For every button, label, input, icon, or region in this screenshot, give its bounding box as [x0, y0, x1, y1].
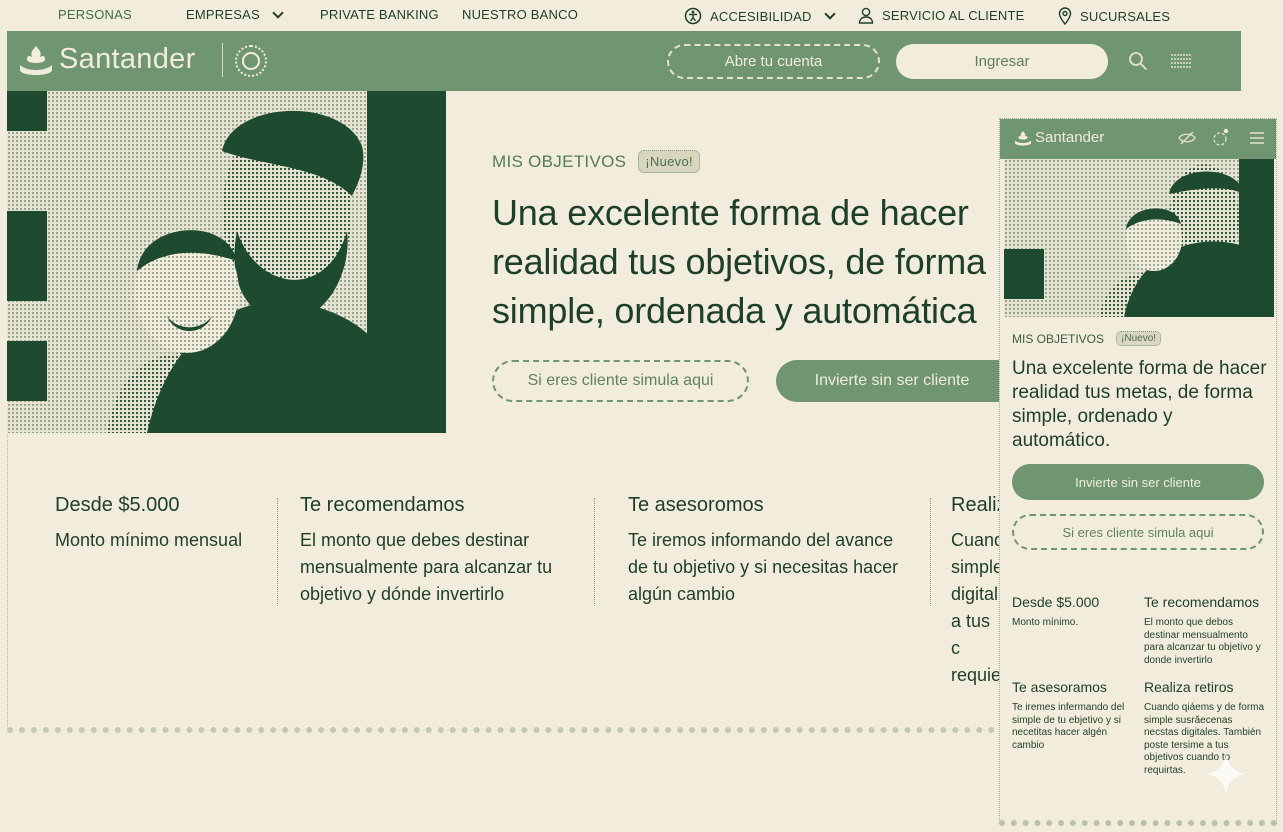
menu-icon[interactable]: [1170, 53, 1192, 69]
open-account-button[interactable]: Abre tu cuenta: [667, 44, 880, 79]
mobile-logo[interactable]: Santander: [1014, 129, 1104, 146]
nav-servicio-label: SERVICIO AL CLIENTE: [882, 8, 1025, 23]
flame-logo-icon: [20, 45, 52, 75]
feature-text: Monto mínimo mensual: [55, 530, 243, 550]
hero-image: [7, 91, 446, 433]
mobile-feature-item: Te recomendamos El monto que debos desti…: [1144, 594, 1268, 667]
mobile-new-badge: ¡Nuevo!: [1116, 331, 1162, 346]
brand-name: Santander: [59, 43, 196, 75]
feature-title: Te recomendamos: [300, 494, 465, 516]
login-button[interactable]: Ingresar: [896, 44, 1108, 79]
user-icon: [858, 7, 874, 24]
mobile-simulate-client-button[interactable]: Si eres cliente simula aqui: [1012, 514, 1264, 550]
flame-logo-icon: [1015, 130, 1031, 145]
mobile-feature-item: Desde $5.000 Monto mínimo.: [1012, 594, 1136, 630]
mobile-headline: Una excelente forma de hacer realidad tu…: [1012, 358, 1267, 451]
feature-item: Realiz Cuand simple digital a tus c requ…: [951, 494, 1001, 689]
sparkle-icon: [1206, 754, 1246, 794]
feature-item: Te recomendamos El monto que debes desti…: [300, 494, 580, 608]
feature-text: Cuand simple digital a tus c requie: [951, 530, 1001, 685]
mobile-feature-title: Te asesoramos: [1012, 679, 1107, 695]
nav-nuestro-banco[interactable]: NUESTRO BANCO: [462, 7, 578, 22]
mobile-hero-image: [1004, 159, 1274, 317]
mobile-section-label-text: MIS OBJETIVOS: [1012, 331, 1105, 346]
mobile-preview: Santander MIS OBJETIVOS ¡Nuevo! Una exce…: [999, 118, 1277, 826]
top-nav: PERSONAS EMPRESAS PRIVATE BANKING NUESTR…: [0, 0, 1283, 30]
notification-icon[interactable]: [1212, 128, 1230, 148]
mobile-feature-text: El monto que debos destinar mensualmento…: [1144, 617, 1261, 666]
mobile-feature-item: Te asesoramos Te iremes infermando del s…: [1012, 679, 1136, 752]
invest-nonclient-button[interactable]: Invierte sin ser cliente: [776, 360, 1008, 402]
mobile-feature-title: Desde $5.000: [1012, 594, 1100, 610]
divider: [277, 498, 278, 606]
nav-personas[interactable]: PERSONAS: [58, 7, 132, 22]
section-label: MIS OBJETIVOS ¡Nuevo!: [492, 150, 700, 173]
section-label-text: MIS OBJETIVOS: [492, 151, 627, 171]
search-icon[interactable]: [1128, 51, 1148, 71]
feature-title: Desde $5.000: [55, 494, 180, 516]
simulate-client-button[interactable]: Si eres cliente simula aqui: [492, 360, 749, 402]
mobile-feature-text: Monto mínimo.: [1012, 617, 1079, 628]
nav-accesibilidad-label: ACCESIBILIDAD: [710, 8, 812, 24]
mobile-feature-title: Te recomendamos: [1144, 594, 1260, 610]
feature-text: Te iremos informando del avance de tu ob…: [628, 530, 899, 604]
divider: [594, 498, 595, 606]
feature-title: Te asesoromos: [628, 494, 764, 516]
feature-title: Realiz: [951, 494, 1001, 516]
site-header: Santander Abre tu cuenta Ingresar: [7, 31, 1241, 91]
feature-item: Te asesoromos Te iremos informando del a…: [628, 494, 913, 608]
nav-private-banking[interactable]: PRIVATE BANKING: [320, 7, 439, 22]
menu-icon[interactable]: [1249, 132, 1265, 144]
nav-sucursales-label: SUCURSALES: [1080, 8, 1171, 24]
mobile-feature-text: Te iremes infermando del simple de tu eb…: [1012, 702, 1125, 751]
feature-text: El monto que debes destinar mensualmente…: [300, 530, 553, 604]
accessibility-icon: [684, 7, 702, 25]
eye-off-icon[interactable]: [1178, 129, 1196, 147]
mobile-header: Santander: [1000, 119, 1276, 159]
mobile-feature-title: Realiza retiros: [1144, 679, 1234, 695]
santander-logo[interactable]: Santander: [19, 43, 196, 76]
mobile-brand-name: Santander: [1035, 129, 1105, 146]
mobile-invest-nonclient-button[interactable]: Invierte sin ser cliente: [1012, 464, 1264, 500]
seal-icon: [235, 45, 267, 77]
nav-servicio-cliente[interactable]: SERVICIO AL CLIENTE: [858, 7, 1025, 24]
location-pin-icon: [1058, 7, 1072, 25]
mobile-section-label: MIS OBJETIVOS ¡Nuevo!: [1012, 331, 1162, 346]
new-badge: ¡Nuevo!: [638, 150, 700, 173]
divider: [930, 498, 931, 606]
nav-empresas[interactable]: EMPRESAS: [186, 6, 284, 22]
feature-item: Desde $5.000 Monto mínimo mensual: [55, 494, 270, 554]
nav-accesibilidad[interactable]: ACCESIBILIDAD: [684, 7, 836, 25]
logo-divider: [222, 43, 223, 77]
nav-empresas-label: EMPRESAS: [186, 7, 260, 22]
chevron-down-icon: [823, 8, 836, 20]
nav-sucursales[interactable]: SUCURSALES: [1058, 7, 1170, 25]
chevron-down-icon: [272, 6, 284, 19]
hero-headline: Una excelente forma de hacer realidad tu…: [492, 192, 986, 331]
